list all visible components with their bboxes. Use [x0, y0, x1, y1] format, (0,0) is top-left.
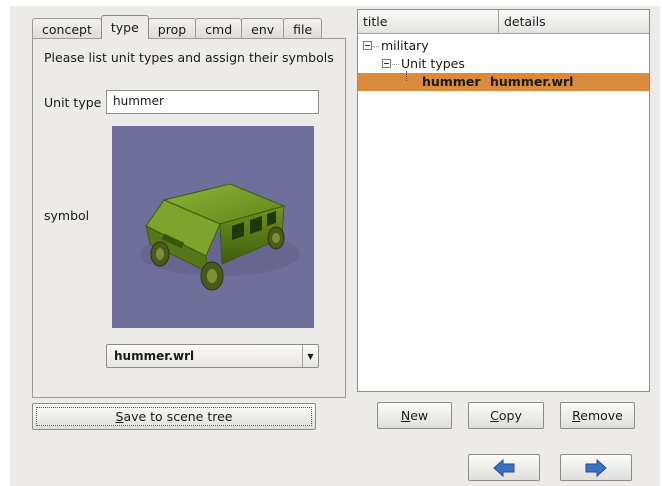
column-header-details[interactable]: details: [499, 10, 649, 34]
column-header-title[interactable]: title: [358, 10, 499, 34]
tree-connector: [373, 46, 379, 47]
back-button[interactable]: [468, 454, 540, 481]
tree-connector: [406, 71, 407, 81]
tree-node-label: Unit types: [401, 56, 465, 71]
dropdown-arrow-icon[interactable]: ▼: [302, 345, 318, 367]
instructions-text: Please list unit types and assign their …: [44, 50, 334, 65]
new-button[interactable]: New: [377, 402, 452, 429]
remove-button[interactable]: Remove: [560, 402, 635, 429]
symbol-file-select[interactable]: hummer.wrl ▼: [106, 344, 319, 368]
collapse-icon[interactable]: [363, 41, 372, 50]
tree-node-hummer[interactable]: hummer hummer.wrl: [358, 71, 649, 91]
symbol-preview[interactable]: [112, 126, 314, 328]
forward-button[interactable]: [560, 454, 632, 481]
tree-node-label: military: [381, 38, 429, 53]
copy-button-label: Copy: [490, 408, 522, 423]
tab-file[interactable]: file: [283, 18, 323, 39]
unit-type-field[interactable]: hummer: [106, 90, 319, 114]
tree-connector: [392, 64, 399, 65]
scene-tree[interactable]: title details military Unit types hummer…: [357, 9, 650, 392]
tree-connector: [406, 81, 418, 82]
window: concept type prop cmd env file Please li…: [10, 6, 660, 486]
tab-type[interactable]: type: [100, 15, 149, 39]
tab-concept[interactable]: concept: [32, 18, 102, 39]
remove-button-label: Remove: [572, 408, 623, 423]
new-button-label: New: [400, 408, 429, 423]
arrow-right-icon: [585, 458, 607, 477]
tree-node-military[interactable]: military: [358, 37, 649, 55]
arrow-left-icon: [493, 458, 515, 477]
save-to-scene-tree-button[interactable]: Save to scene tree: [32, 403, 316, 430]
collapse-icon[interactable]: [382, 59, 391, 68]
tree-header: title details: [358, 10, 649, 34]
tab-prop[interactable]: prop: [147, 18, 197, 39]
type-tab-panel: Please list unit types and assign their …: [32, 38, 346, 398]
tree-node-details: hummer.wrl: [490, 74, 574, 89]
focus-ring: [36, 407, 312, 426]
tree-node-unit-types[interactable]: Unit types: [358, 55, 649, 73]
tab-bar: concept type prop cmd env file: [32, 15, 323, 39]
tab-env[interactable]: env: [241, 18, 285, 39]
symbol-file-value: hummer.wrl: [114, 349, 195, 363]
unit-type-label: Unit type: [44, 95, 102, 110]
tab-cmd[interactable]: cmd: [195, 18, 243, 39]
tree-node-label: hummer: [422, 74, 481, 89]
symbol-label: symbol: [44, 208, 90, 223]
hummer-model-image: [140, 183, 300, 291]
copy-button[interactable]: Copy: [468, 402, 544, 429]
